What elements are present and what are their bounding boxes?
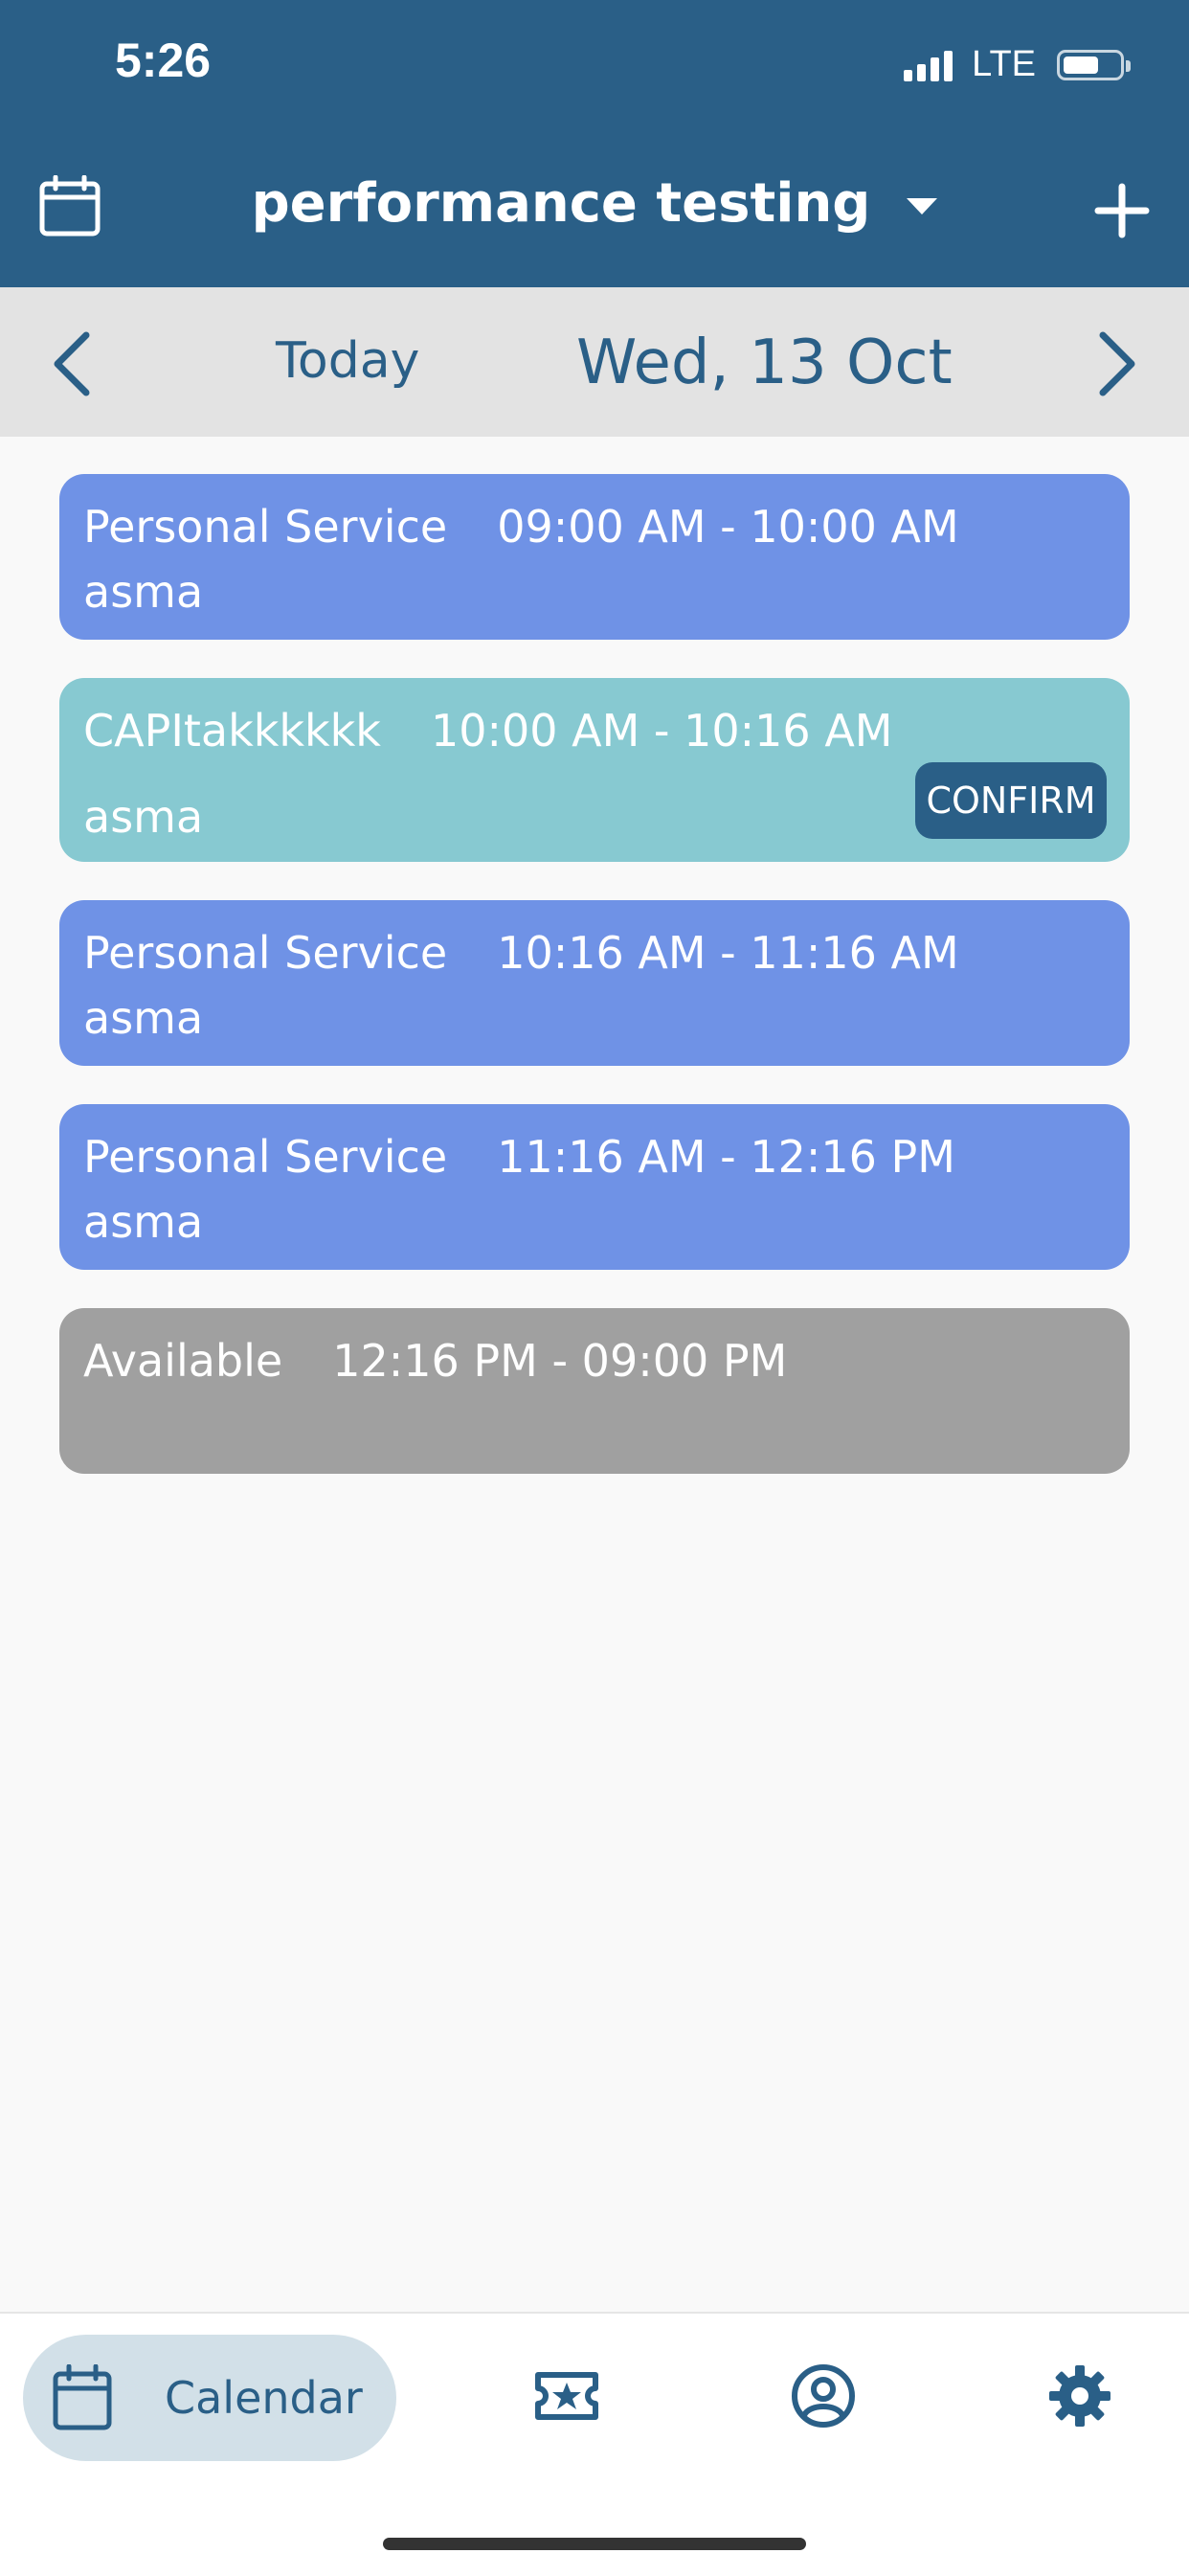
event-card[interactable]: Personal Service 09:00 AM - 10:00 AM asma: [59, 474, 1130, 640]
status-time: 5:26: [115, 34, 212, 87]
ticket-star-icon[interactable]: [532, 2361, 601, 2430]
today-button[interactable]: Today: [276, 332, 419, 390]
event-service: Personal Service: [83, 1131, 448, 1183]
event-client: asma: [83, 566, 204, 618]
event-time: 09:00 AM - 10:00 AM: [497, 501, 959, 553]
home-indicator: [383, 2538, 806, 2550]
event-list: Personal Service 09:00 AM - 10:00 AM asma…: [59, 474, 1130, 1512]
bottom-navigation: Calendar: [0, 2312, 1189, 2576]
nav-item-calendar[interactable]: Calendar: [23, 2335, 396, 2461]
nav-item-label: Calendar: [165, 2372, 363, 2424]
confirm-button[interactable]: CONFIRM: [915, 762, 1107, 839]
calendar-icon: [53, 2364, 112, 2430]
network-type: LTE: [972, 44, 1036, 84]
app-header: 5:26 LTE performance testing: [0, 0, 1189, 287]
event-time: 10:00 AM - 10:16 AM: [430, 705, 893, 757]
caret-down-icon[interactable]: [907, 198, 938, 215]
event-card[interactable]: Personal Service 10:16 AM - 11:16 AM asma: [59, 900, 1130, 1066]
user-circle-icon[interactable]: [789, 2361, 858, 2430]
event-time: 11:16 AM - 12:16 PM: [497, 1131, 955, 1183]
page-title[interactable]: performance testing: [252, 172, 871, 235]
current-date: Wed, 13 Oct: [576, 328, 953, 398]
event-time: 10:16 AM - 11:16 AM: [497, 927, 959, 979]
gear-icon[interactable]: [1045, 2361, 1114, 2430]
status-indicators: LTE: [904, 44, 1131, 85]
available-slot[interactable]: Available 12:16 PM - 09:00 PM: [59, 1308, 1130, 1474]
event-card[interactable]: CAPItakkkkkk 10:00 AM - 10:16 AM asma CON…: [59, 678, 1130, 862]
event-card[interactable]: Personal Service 11:16 AM - 12:16 PM asma: [59, 1104, 1130, 1270]
event-service: Personal Service: [83, 927, 448, 979]
event-client: asma: [83, 992, 204, 1044]
event-time: 12:16 PM - 09:00 PM: [332, 1335, 788, 1387]
chevron-left-icon[interactable]: [36, 326, 113, 402]
slot-label: Available: [83, 1335, 283, 1387]
plus-icon[interactable]: [1093, 182, 1151, 239]
event-client: asma: [83, 1196, 204, 1248]
chevron-right-icon[interactable]: [1076, 326, 1153, 402]
event-service: CAPItakkkkkk: [83, 705, 381, 757]
event-service: Personal Service: [83, 501, 448, 553]
battery-icon: [1057, 49, 1131, 80]
store-selector[interactable]: performance testing: [0, 172, 1189, 235]
signal-icon: [904, 49, 953, 81]
